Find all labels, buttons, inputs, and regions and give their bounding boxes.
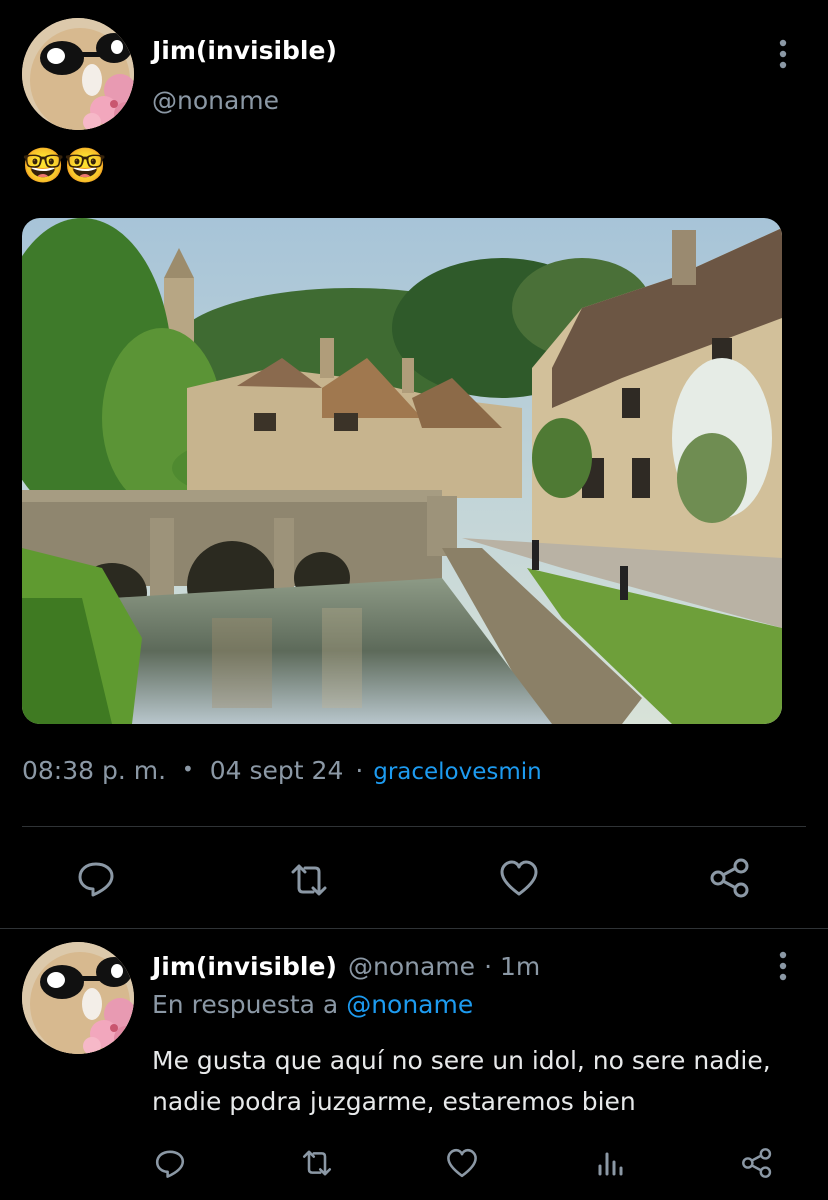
views-chart-icon bbox=[598, 1152, 623, 1176]
tweet-photo[interactable] bbox=[22, 218, 782, 724]
reply-button[interactable] bbox=[74, 856, 118, 900]
in-reply-handle-link[interactable]: @noname bbox=[346, 990, 473, 1019]
share-icon bbox=[710, 858, 749, 898]
tweet-text: 🤓🤓 bbox=[22, 146, 107, 186]
reply-views-button[interactable] bbox=[594, 1146, 628, 1180]
reply-header: Jim(invisible) @noname · 1m bbox=[152, 952, 540, 981]
divider bbox=[0, 928, 828, 929]
reply-icon bbox=[155, 1150, 185, 1178]
nerd-face-avatar-icon bbox=[22, 942, 134, 1054]
reply-like-button[interactable] bbox=[444, 1146, 480, 1180]
meta-sep: · bbox=[355, 756, 364, 785]
more-options-icon[interactable] bbox=[772, 38, 794, 72]
reply-share-button[interactable] bbox=[740, 1146, 774, 1180]
in-reply-to: En respuesta a @noname bbox=[152, 990, 473, 1019]
nerd-face-avatar-icon bbox=[22, 18, 134, 130]
tweet-date: 04 sept 24 bbox=[209, 756, 344, 785]
tweet-meta: 08:38 p. m. • 04 sept 24 · gracelovesmin bbox=[22, 756, 542, 785]
retweet-button[interactable] bbox=[286, 858, 332, 902]
like-button[interactable] bbox=[497, 856, 541, 900]
reply-author-avatar[interactable] bbox=[22, 942, 134, 1054]
reply-text-line1: Me gusta que aquí no sere un idol, no se… bbox=[152, 1046, 771, 1075]
tweet-time: 08:38 p. m. bbox=[22, 756, 167, 785]
heart-icon bbox=[447, 1148, 477, 1178]
reply-author-name[interactable]: Jim(invisible) bbox=[152, 952, 337, 981]
reply-retweet-button[interactable] bbox=[298, 1146, 336, 1180]
reply-age: · 1m bbox=[484, 952, 541, 981]
in-reply-prefix: En respuesta a bbox=[152, 990, 339, 1019]
reply-icon bbox=[78, 862, 114, 897]
reply-reply-button[interactable] bbox=[153, 1146, 187, 1180]
tweet-source-link[interactable]: gracelovesmin bbox=[373, 759, 542, 785]
retweet-icon bbox=[302, 1150, 332, 1176]
share-button[interactable] bbox=[708, 856, 752, 900]
reply-text: Me gusta que aquí no sere un idol, no se… bbox=[152, 1040, 771, 1122]
author-avatar[interactable] bbox=[22, 18, 134, 130]
reply-text-line2: nadie podra juzgarme, estaremos bien bbox=[152, 1087, 636, 1116]
heart-icon bbox=[500, 860, 538, 896]
reply-author-handle[interactable]: @noname bbox=[348, 952, 475, 981]
reply-more-options-icon[interactable] bbox=[772, 950, 794, 984]
divider bbox=[22, 826, 806, 827]
author-handle[interactable]: @noname bbox=[152, 86, 279, 115]
author-name[interactable]: Jim(invisible) bbox=[152, 36, 337, 65]
share-icon bbox=[742, 1148, 772, 1178]
meta-dot: • bbox=[182, 757, 194, 781]
retweet-icon bbox=[291, 864, 327, 896]
village-river-photo bbox=[22, 218, 782, 724]
